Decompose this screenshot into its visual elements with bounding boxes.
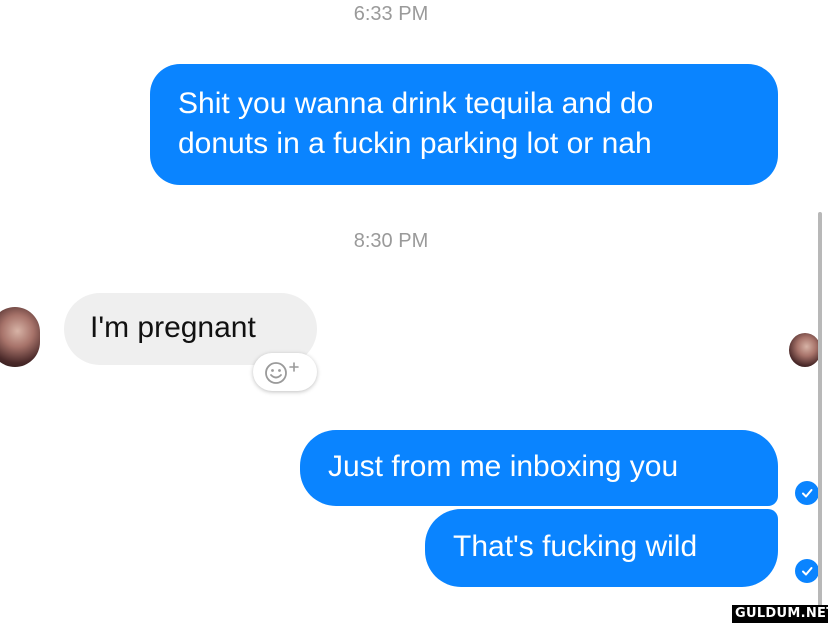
- check-circle-icon: [795, 481, 819, 505]
- check-circle-icon: [795, 559, 819, 583]
- watermark-logo: GULDUM.NET: [732, 605, 828, 623]
- message-bubble-outgoing[interactable]: Shit you wanna drink tequila and do donu…: [150, 64, 778, 185]
- message-bubble-outgoing[interactable]: Just from me inboxing you: [300, 430, 778, 506]
- seen-avatar: [789, 333, 821, 367]
- timestamp: 8:30 PM: [353, 230, 429, 252]
- message-bubble-outgoing[interactable]: That's fucking wild: [425, 509, 778, 587]
- react-button[interactable]: [253, 353, 317, 391]
- timestamp: 6:33 PM: [353, 3, 429, 25]
- scrollbar[interactable]: [818, 212, 822, 610]
- sender-avatar[interactable]: [0, 307, 40, 367]
- smiley-plus-icon: [265, 362, 299, 384]
